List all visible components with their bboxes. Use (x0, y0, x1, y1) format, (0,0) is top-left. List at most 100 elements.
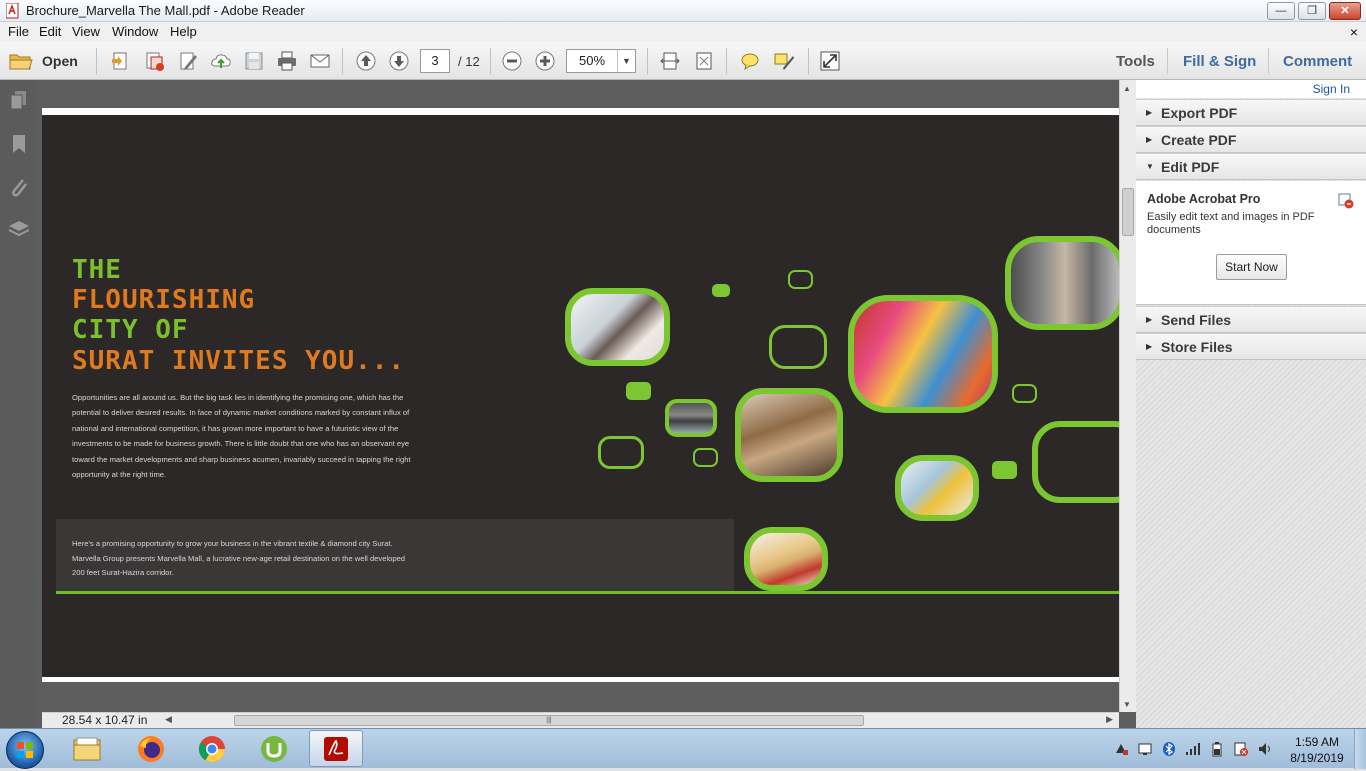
chevron-right-icon: ▶ (1146, 342, 1153, 351)
adobe-reader-taskbar-button[interactable] (309, 730, 363, 767)
minimize-button[interactable]: — (1267, 2, 1295, 20)
scroll-right-arrow[interactable]: ▶ (1106, 714, 1113, 725)
acrobat-pro-icon (1338, 193, 1354, 209)
upload-button[interactable] (209, 49, 233, 73)
show-desktop-button[interactable] (1354, 729, 1366, 769)
outline-shape (769, 325, 827, 369)
menu-window[interactable]: Window (112, 24, 158, 39)
sign-in-link[interactable]: Sign In (1313, 82, 1350, 96)
store-files-label: Store Files (1161, 339, 1233, 355)
promo-box: Here's a promising opportunity to grow y… (56, 519, 734, 593)
scroll-down-arrow[interactable]: ▼ (1123, 700, 1131, 709)
fit-page-icon (660, 52, 680, 70)
title-bar: Brochure_Marvella The Mall.pdf - Adobe R… (0, 0, 1366, 22)
edit-pdf-content: Adobe Acrobat Pro Easily edit text and i… (1136, 181, 1366, 305)
horizontal-scrollbar[interactable]: 28.54 x 10.47 in ◀ ||| ▶ (42, 712, 1119, 728)
create-pdf-button[interactable] (108, 49, 132, 73)
vertical-scroll-thumb[interactable] (1122, 188, 1134, 236)
taskbar: 1:59 AM 8/19/2019 (0, 728, 1366, 769)
menu-file[interactable]: File (8, 24, 29, 39)
print-button[interactable] (275, 49, 299, 73)
page-thumbnails-icon[interactable] (7, 88, 31, 112)
sticky-note-button[interactable] (738, 49, 762, 73)
firefox-taskbar-button[interactable] (124, 730, 178, 767)
edit-document-icon (180, 52, 197, 70)
horizontal-scroll-thumb[interactable]: ||| (234, 715, 864, 726)
store-files-section[interactable]: ▶ Store Files (1136, 333, 1366, 360)
tools-link[interactable]: Tools (1116, 53, 1155, 70)
page-edge-top (42, 108, 1119, 115)
brochure-page: THE FLOURISHING CITY OF SURAT INVITES YO… (42, 115, 1119, 677)
utorrent-taskbar-button[interactable] (247, 730, 301, 767)
battery-icon[interactable] (1209, 741, 1225, 757)
attachments-icon[interactable] (7, 175, 31, 199)
volume-icon[interactable] (1257, 741, 1273, 757)
send-files-section[interactable]: ▶ Send Files (1136, 306, 1366, 333)
email-button[interactable] (308, 49, 332, 73)
edit-pdf-button[interactable] (176, 49, 200, 73)
create-pdf-section[interactable]: ▶ Create PDF (1136, 126, 1366, 153)
highlight-button[interactable] (772, 49, 796, 73)
comment-link[interactable]: Comment (1283, 53, 1352, 70)
layers-icon[interactable] (7, 217, 31, 241)
export-pdf-label: Export PDF (1161, 105, 1238, 121)
folder-icon (9, 54, 33, 70)
vertical-scrollbar[interactable]: ▲ ▼ (1119, 80, 1136, 712)
create-pdf-icon (112, 52, 127, 70)
divider-line (56, 591, 1119, 594)
scroll-left-arrow[interactable]: ◀ (165, 714, 172, 725)
bluetooth-icon[interactable] (1161, 741, 1177, 757)
explorer-taskbar-button[interactable] (60, 730, 114, 767)
menu-help[interactable]: Help (170, 24, 197, 39)
zoom-in-button[interactable] (533, 49, 557, 73)
brochure-body-text: Opportunities are all around us. But the… (72, 393, 411, 480)
close-button[interactable]: ✕ (1329, 2, 1361, 20)
full-screen-button[interactable] (818, 49, 842, 73)
printer-icon (278, 51, 296, 71)
page-number-input[interactable]: 3 (420, 49, 450, 73)
fill-sign-link[interactable]: Fill & Sign (1183, 53, 1256, 70)
fit-window-icon (696, 52, 712, 70)
previous-page-button[interactable] (354, 49, 378, 73)
edit-pdf-section[interactable]: ▼ Edit PDF (1136, 153, 1366, 180)
next-page-button[interactable] (387, 49, 411, 73)
menu-edit[interactable]: Edit (39, 24, 61, 39)
display-icon[interactable] (1137, 741, 1153, 757)
clock-date: 8/19/2019 (1290, 751, 1344, 765)
menu-view[interactable]: View (72, 24, 100, 39)
scroll-up-arrow[interactable]: ▲ (1123, 84, 1131, 93)
save-button[interactable] (242, 49, 266, 73)
zoom-out-button[interactable] (500, 49, 524, 73)
chevron-down-icon[interactable]: ▼ (617, 50, 635, 72)
combine-files-button[interactable] (142, 49, 166, 73)
envelope-icon (310, 54, 330, 68)
edit-pdf-label: Edit PDF (1161, 159, 1220, 175)
zoom-select[interactable]: 50% ▼ (566, 49, 636, 73)
shopper-photo (565, 288, 670, 366)
flag-warning-icon[interactable] (1233, 741, 1249, 757)
maximize-button[interactable]: ❐ (1298, 2, 1326, 20)
fit-width-button[interactable] (658, 49, 682, 73)
start-now-button[interactable]: Start Now (1216, 254, 1287, 280)
minus-circle-icon (502, 51, 522, 71)
mall-interior-photo (665, 399, 717, 437)
chrome-taskbar-button[interactable] (185, 730, 239, 767)
toolbar-separator (647, 48, 648, 74)
chevron-right-icon: ▶ (1146, 315, 1153, 324)
cloud-upload-icon (211, 54, 231, 68)
open-label: Open (42, 53, 78, 69)
plus-circle-icon (535, 51, 555, 71)
folder-icon (73, 737, 101, 760)
clock-time: 1:59 AM (1294, 735, 1340, 749)
open-button[interactable]: Open (8, 49, 78, 73)
close-document-button[interactable]: × (1350, 24, 1358, 40)
system-clock[interactable]: 1:59 AM 8/19/2019 (1284, 734, 1350, 766)
send-files-label: Send Files (1161, 312, 1232, 328)
arrow-up-circle-icon (356, 51, 376, 71)
export-pdf-section[interactable]: ▶ Export PDF (1136, 99, 1366, 126)
bookmarks-icon[interactable] (7, 132, 31, 156)
start-button[interactable] (6, 731, 44, 769)
network-signal-icon[interactable] (1185, 741, 1201, 757)
fit-page-button[interactable] (692, 49, 716, 73)
action-center-icon[interactable] (1113, 741, 1129, 757)
